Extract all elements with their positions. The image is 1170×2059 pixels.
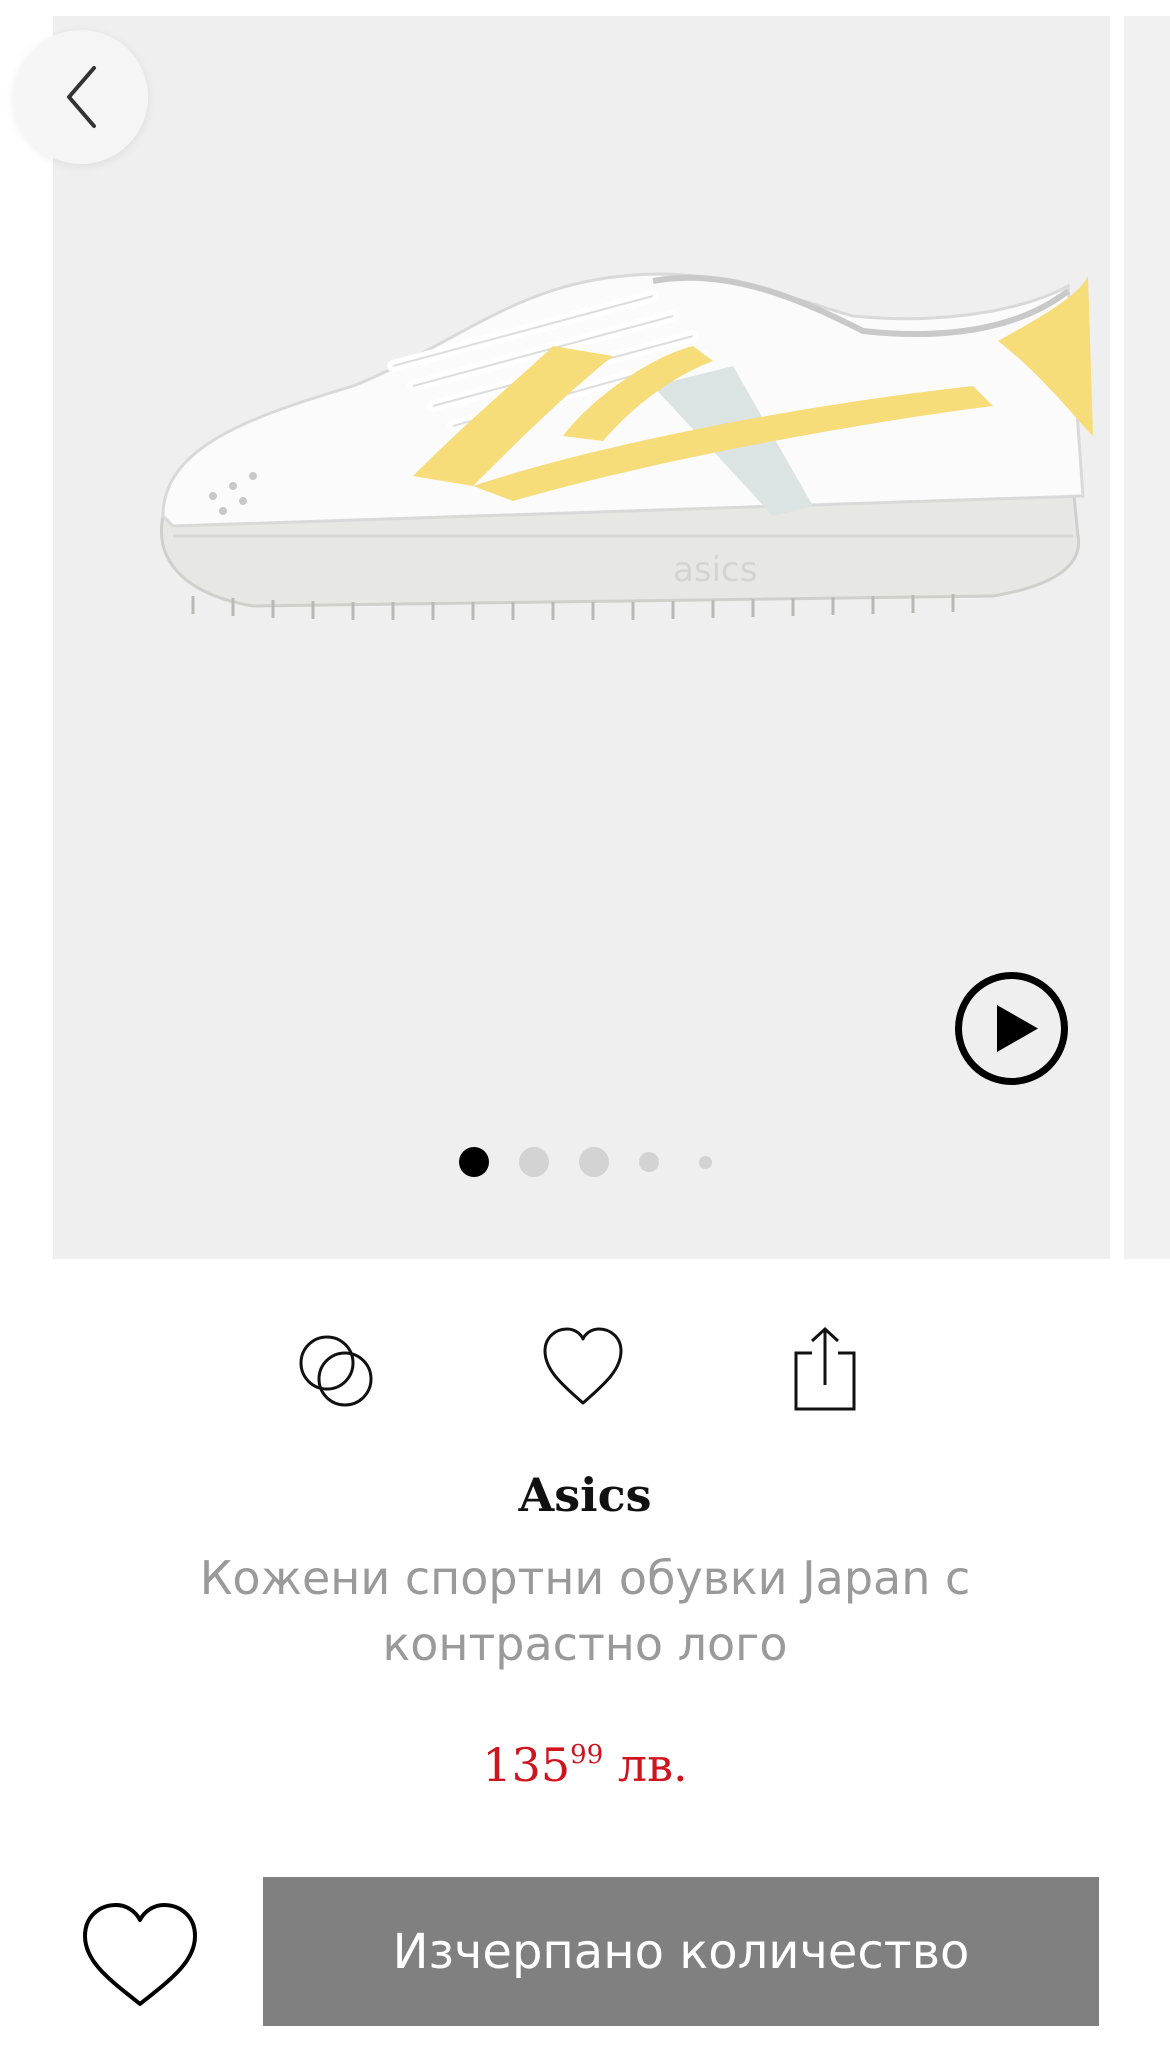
product-brand: Asics <box>518 1468 652 1522</box>
price-currency: лв. <box>617 1738 688 1792</box>
back-button[interactable] <box>14 30 148 164</box>
pagination-dot[interactable] <box>698 1155 712 1169</box>
heart-icon[interactable] <box>540 1325 626 1411</box>
svg-text:asics: asics <box>673 550 757 590</box>
price-main: 135 <box>482 1738 571 1792</box>
price-decimals: 99 <box>570 1740 604 1770</box>
pagination-dot[interactable] <box>578 1147 609 1177</box>
product-image: asics <box>160 272 1093 620</box>
gallery-pagination <box>0 1147 1170 1177</box>
chevron-left-icon <box>67 66 96 128</box>
out-of-stock-button[interactable]: Изчерпано количество <box>263 1877 1099 2026</box>
pagination-dot[interactable] <box>458 1147 489 1177</box>
pagination-dot[interactable] <box>638 1152 659 1172</box>
share-icon[interactable] <box>782 1325 868 1411</box>
product-price: 13599 лв. <box>0 1738 1170 1792</box>
compare-icon[interactable] <box>295 1325 381 1411</box>
add-to-favorites-button[interactable] <box>80 1900 200 2010</box>
play-icon <box>997 1005 1038 1052</box>
next-image-peek[interactable] <box>1124 16 1170 1259</box>
pagination-dot[interactable] <box>518 1147 549 1177</box>
product-title: Кожени спортни обувки Japan с контрастно… <box>199 1551 971 1671</box>
product-actions <box>0 1325 1170 1415</box>
play-video-button[interactable] <box>953 970 1070 1087</box>
heart-icon <box>83 1903 197 2006</box>
product-image-gallery[interactable]: asics <box>53 16 1110 1259</box>
